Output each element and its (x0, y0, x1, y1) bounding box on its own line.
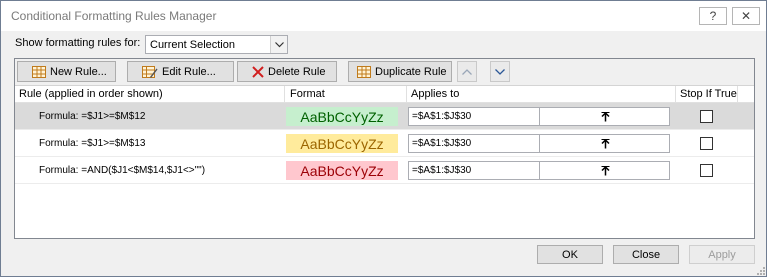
column-divider (675, 86, 676, 103)
column-header-format: Format (290, 88, 325, 100)
stop-if-true-checkbox[interactable] (700, 110, 713, 123)
new-rule-button[interactable]: New Rule... (17, 61, 116, 82)
arrow-up-icon (462, 66, 472, 78)
resize-grip-icon[interactable] (756, 266, 766, 276)
rules-panel: New Rule... Edit Rule... Delete Rule Dup… (14, 58, 755, 239)
chevron-down-icon[interactable] (270, 36, 287, 53)
close-window-button[interactable]: ✕ (732, 7, 760, 25)
delete-rule-button[interactable]: Delete Rule (237, 61, 337, 82)
rule-description: Formula: =AND($J1<$M$14,$J1<>"") (39, 165, 206, 176)
applies-to-value: =$A$1:$J$30 (412, 111, 472, 122)
applies-to-value: =$A$1:$J$30 (412, 138, 472, 149)
column-divider (284, 86, 285, 103)
format-preview: AaBbCcYyZz (286, 107, 398, 126)
column-header-applies-to: Applies to (411, 88, 460, 100)
show-rules-dropdown[interactable]: Current Selection (145, 35, 288, 54)
format-preview: AaBbCcYyZz (286, 134, 398, 153)
format-preview: AaBbCcYyZz (286, 161, 398, 180)
range-select-icon[interactable] (538, 135, 669, 152)
edit-rule-label: Edit Rule... (162, 65, 216, 78)
rules-grid-header: Rule (applied in order shown) Format App… (15, 86, 754, 103)
show-rules-label: Show formatting rules for: (15, 37, 141, 49)
close-button[interactable]: Close (613, 245, 679, 264)
edit-table-icon (142, 65, 158, 78)
duplicate-rule-label: Duplicate Rule (375, 65, 447, 78)
dialog-window: Conditional Formatting Rules Manager ? ✕… (0, 0, 767, 277)
column-divider (737, 86, 738, 103)
duplicate-table-icon (357, 65, 371, 78)
applies-to-field[interactable]: =$A$1:$J$30 (408, 161, 670, 180)
range-select-icon[interactable] (538, 108, 669, 125)
range-select-icon[interactable] (538, 162, 669, 179)
duplicate-rule-button[interactable]: Duplicate Rule (348, 61, 452, 82)
column-header-rule: Rule (applied in order shown) (19, 88, 163, 100)
move-down-button[interactable] (490, 61, 510, 82)
help-button[interactable]: ? (699, 7, 727, 25)
ok-button[interactable]: OK (537, 245, 603, 264)
show-rules-selected: Current Selection (150, 38, 235, 51)
stop-if-true-checkbox[interactable] (700, 164, 713, 177)
stop-if-true-checkbox[interactable] (700, 137, 713, 150)
rule-description: Formula: =$J1>=$M$12 (39, 111, 146, 122)
applies-to-field[interactable]: =$A$1:$J$30 (408, 107, 670, 126)
rule-row[interactable]: Formula: =AND($J1<$M$14,$J1<>"") AaBbCcY… (15, 157, 754, 184)
applies-to-field[interactable]: =$A$1:$J$30 (408, 134, 670, 153)
table-icon (32, 65, 46, 78)
new-rule-label: New Rule... (50, 65, 107, 78)
delete-rule-label: Delete Rule (268, 65, 326, 78)
apply-button[interactable]: Apply (689, 245, 755, 264)
rule-row[interactable]: Formula: =$J1>=$M$12 AaBbCcYyZz =$A$1:$J… (15, 103, 754, 130)
title-bar: Conditional Formatting Rules Manager ? ✕ (1, 1, 766, 31)
dialog-title: Conditional Formatting Rules Manager (11, 9, 217, 23)
edit-rule-button[interactable]: Edit Rule... (127, 61, 234, 82)
rules-toolbar: New Rule... Edit Rule... Delete Rule Dup… (15, 59, 754, 86)
rule-row[interactable]: Formula: =$J1>=$M$13 AaBbCcYyZz =$A$1:$J… (15, 130, 754, 157)
help-icon: ? (709, 9, 717, 23)
applies-to-value: =$A$1:$J$30 (412, 165, 472, 176)
column-divider (406, 86, 407, 103)
close-icon: ✕ (740, 9, 752, 23)
delete-icon (252, 65, 264, 78)
arrow-down-icon (495, 66, 505, 78)
move-up-button[interactable] (457, 61, 477, 82)
column-header-stop-if-true: Stop If True (680, 88, 737, 100)
rule-description: Formula: =$J1>=$M$13 (39, 138, 146, 149)
